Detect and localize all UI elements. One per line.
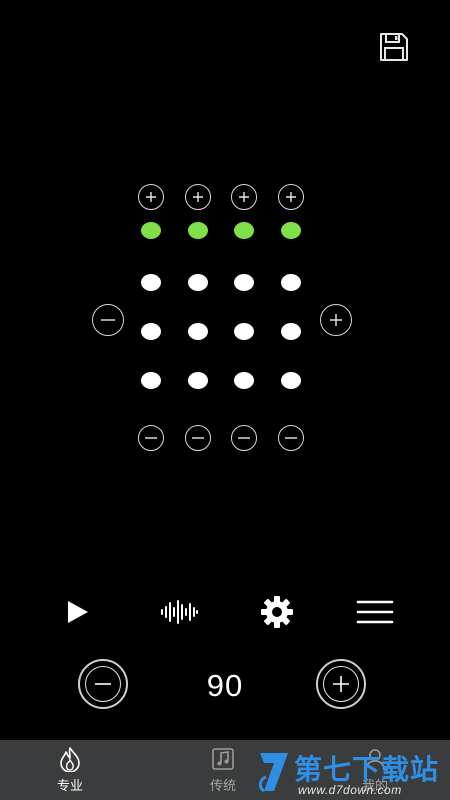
plus-icon bbox=[239, 192, 249, 202]
beat-dot-r2-c4[interactable] bbox=[281, 274, 301, 291]
beat-dot-r2-c1[interactable] bbox=[141, 274, 161, 291]
add-beat-column-1-button[interactable] bbox=[138, 184, 164, 210]
nav-label-traditional: 传统 bbox=[209, 778, 236, 793]
watermark-title: 第七下载站 bbox=[294, 754, 440, 785]
remove-row-button[interactable] bbox=[92, 304, 124, 336]
beat-dot-r1-c4[interactable] bbox=[281, 222, 301, 239]
minus-icon bbox=[192, 437, 204, 439]
minus-icon bbox=[285, 437, 297, 439]
beat-grid bbox=[0, 0, 450, 460]
add-beat-column-4-button[interactable] bbox=[278, 184, 304, 210]
beat-dot-r3-c3[interactable] bbox=[234, 323, 254, 340]
menu-button[interactable] bbox=[350, 592, 400, 632]
beat-dot-r4-c1[interactable] bbox=[141, 372, 161, 389]
beat-dot-r4-c2[interactable] bbox=[188, 372, 208, 389]
plus-icon bbox=[146, 192, 156, 202]
settings-button[interactable] bbox=[252, 592, 302, 632]
beat-dot-r2-c3[interactable] bbox=[234, 274, 254, 291]
beat-dot-r3-c4[interactable] bbox=[281, 323, 301, 340]
beat-dot-r2-c2[interactable] bbox=[188, 274, 208, 291]
plus-icon bbox=[193, 192, 203, 202]
tempo-value: 90 bbox=[206, 668, 244, 703]
minus-icon bbox=[238, 437, 250, 439]
play-icon bbox=[68, 601, 88, 623]
minus-circle-icon bbox=[85, 666, 121, 702]
tempo-decrease-button[interactable] bbox=[78, 659, 128, 709]
beat-dot-r1-c2[interactable] bbox=[188, 222, 208, 239]
play-button[interactable] bbox=[52, 592, 102, 632]
metronome-flame-icon bbox=[60, 747, 80, 772]
watermark-url: www.d7down.com bbox=[298, 783, 402, 797]
beat-dot-r1-c3[interactable] bbox=[234, 222, 254, 239]
beat-dot-r3-c1[interactable] bbox=[141, 323, 161, 340]
beat-dot-r4-c3[interactable] bbox=[234, 372, 254, 389]
plus-icon bbox=[330, 314, 342, 326]
hamburger-menu-icon bbox=[356, 600, 394, 624]
music-note-icon bbox=[212, 748, 234, 770]
watermark-logo bbox=[258, 753, 288, 793]
beat-dot-r1-c1[interactable] bbox=[141, 222, 161, 239]
remove-beat-column-2-button[interactable] bbox=[185, 425, 211, 451]
remove-beat-column-1-button[interactable] bbox=[138, 425, 164, 451]
waveform-icon bbox=[161, 600, 198, 624]
add-beat-column-2-button[interactable] bbox=[185, 184, 211, 210]
beat-dot-r4-c4[interactable] bbox=[281, 372, 301, 389]
remove-beat-column-4-button[interactable] bbox=[278, 425, 304, 451]
tempo-increase-button[interactable] bbox=[316, 659, 366, 709]
minus-icon bbox=[101, 319, 115, 321]
plus-icon bbox=[286, 192, 296, 202]
beat-dot-r3-c2[interactable] bbox=[188, 323, 208, 340]
sound-button[interactable] bbox=[154, 592, 204, 632]
plus-circle-icon bbox=[323, 666, 359, 702]
add-row-button[interactable] bbox=[320, 304, 352, 336]
add-beat-column-3-button[interactable] bbox=[231, 184, 257, 210]
remove-beat-column-3-button[interactable] bbox=[231, 425, 257, 451]
nav-label-professional: 专业 bbox=[56, 778, 83, 793]
gear-icon bbox=[261, 596, 293, 628]
nav-tab-professional[interactable]: 专业 bbox=[25, 740, 115, 800]
minus-icon bbox=[145, 437, 157, 439]
